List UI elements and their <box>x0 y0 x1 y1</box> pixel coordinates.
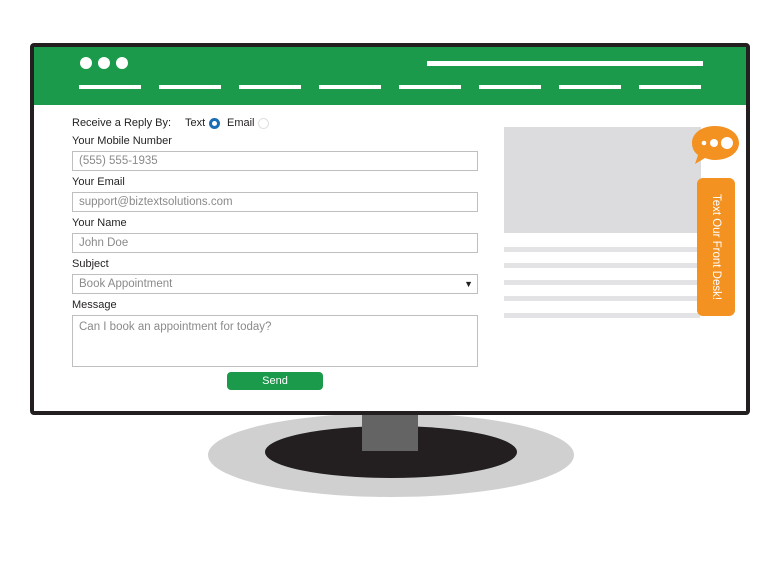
nav-item-placeholder[interactable] <box>559 85 621 89</box>
text-line-placeholder <box>504 296 700 301</box>
site-header <box>34 47 746 105</box>
monitor-stand-neck <box>362 409 418 451</box>
mobile-number-input[interactable]: (555) 555-1935 <box>72 151 478 171</box>
header-title-placeholder <box>427 61 703 66</box>
email-input[interactable]: support@biztextsolutions.com <box>72 192 478 212</box>
reply-by-label: Receive a Reply By: <box>72 117 172 129</box>
subject-label: Subject <box>72 258 109 270</box>
window-dot <box>98 57 110 69</box>
nav-item-placeholder[interactable] <box>399 85 461 89</box>
reply-option-email-label: Email <box>227 117 255 129</box>
monitor-screen: Receive a Reply By: Text Email Your Mobi… <box>30 43 750 415</box>
nav-item-placeholder[interactable] <box>639 85 701 89</box>
window-dot <box>80 57 92 69</box>
chevron-down-icon: ▼ <box>464 279 473 289</box>
widget-tab-label: Text Our Front Desk! <box>710 193 722 301</box>
image-placeholder <box>504 127 701 233</box>
send-button[interactable]: Send <box>227 372 323 390</box>
email-label: Your Email <box>72 176 125 188</box>
nav-item-placeholder[interactable] <box>479 85 541 89</box>
reply-email-radio[interactable] <box>258 118 269 129</box>
subject-select[interactable]: Book Appointment ▼ <box>72 274 478 294</box>
text-front-desk-tab[interactable]: Text Our Front Desk! <box>697 178 735 316</box>
nav-item-placeholder[interactable] <box>79 85 141 89</box>
reply-text-radio[interactable] <box>209 118 220 129</box>
message-label: Message <box>72 299 117 311</box>
name-input[interactable]: John Doe <box>72 233 478 253</box>
text-line-placeholder <box>504 247 700 252</box>
reply-option-text-label: Text <box>185 117 206 129</box>
text-line-placeholder <box>504 280 700 285</box>
mobile-label: Your Mobile Number <box>72 135 172 147</box>
nav-item-placeholder[interactable] <box>239 85 301 89</box>
nav-item-placeholder[interactable] <box>319 85 381 89</box>
subject-select-value: Book Appointment <box>79 278 173 290</box>
chat-bubble-icon[interactable] <box>690 124 741 166</box>
nav-item-placeholder[interactable] <box>159 85 221 89</box>
window-dot <box>116 57 128 69</box>
name-label: Your Name <box>72 217 127 229</box>
text-line-placeholder <box>504 313 700 318</box>
text-line-placeholder <box>504 263 700 268</box>
message-textarea[interactable]: Can I book an appointment for today? <box>72 315 478 367</box>
